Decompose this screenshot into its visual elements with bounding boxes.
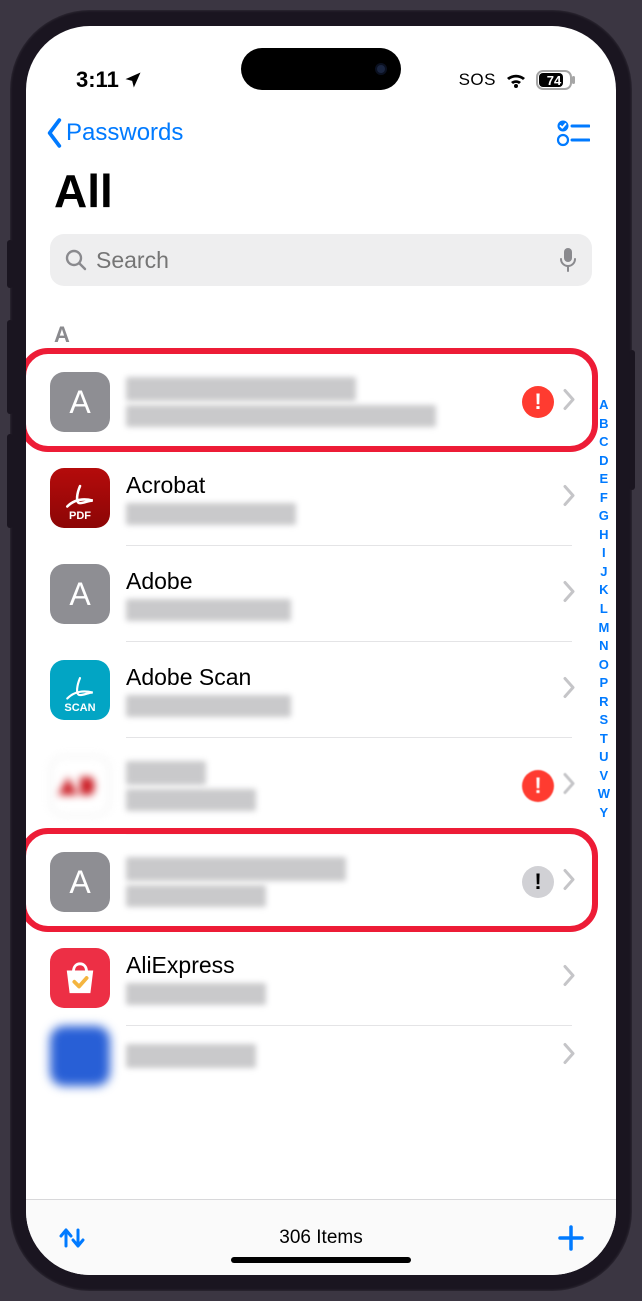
site-letter-icon: A — [50, 564, 110, 624]
row-subtitle-redacted — [126, 789, 256, 811]
index-letter[interactable]: R — [599, 693, 608, 711]
index-letter[interactable]: U — [599, 748, 608, 766]
index-letter[interactable]: K — [599, 581, 608, 599]
chevron-left-icon — [44, 118, 66, 148]
back-button[interactable]: Passwords — [44, 118, 183, 148]
index-letter[interactable]: T — [600, 730, 608, 748]
item-count: 306 Items — [26, 1227, 616, 1249]
row-title-redacted — [126, 857, 346, 881]
password-row[interactable]: A! — [50, 834, 616, 930]
back-label: Passwords — [66, 119, 183, 147]
wifi-icon — [504, 70, 528, 90]
row-title: Adobe Scan — [126, 664, 291, 691]
password-row[interactable] — [50, 1026, 616, 1086]
index-letter[interactable]: C — [599, 433, 608, 451]
alphabet-index[interactable]: ABCDEFGHIJKLMNOPRSTUVWY — [598, 396, 610, 822]
site-icon — [50, 1026, 110, 1086]
battery-icon: 74 — [536, 70, 576, 90]
row-subtitle-redacted — [126, 695, 291, 717]
index-letter[interactable]: Y — [600, 804, 609, 822]
info-badge-icon: ! — [522, 866, 554, 898]
warning-badge-icon: ! — [522, 386, 554, 418]
aliexpress-icon — [50, 948, 110, 1008]
password-row[interactable]: PDF Acrobat — [50, 450, 616, 546]
index-letter[interactable]: F — [600, 489, 608, 507]
index-letter[interactable]: E — [600, 470, 609, 488]
chevron-right-icon — [562, 869, 576, 896]
row-subtitle-redacted — [126, 983, 266, 1005]
dynamic-island — [241, 48, 401, 90]
chevron-right-icon — [562, 773, 576, 800]
chevron-right-icon — [562, 1043, 576, 1070]
index-letter[interactable]: H — [599, 526, 608, 544]
site-letter-icon: A — [50, 852, 110, 912]
location-icon — [123, 70, 143, 90]
warning-badge-icon: ! — [522, 770, 554, 802]
index-letter[interactable]: D — [599, 452, 608, 470]
index-letter[interactable]: I — [602, 544, 606, 562]
index-letter[interactable]: W — [598, 785, 610, 803]
select-button[interactable] — [556, 119, 590, 147]
row-subtitle-redacted — [126, 599, 291, 621]
section-header: A — [50, 300, 616, 354]
row-title: AliExpress — [126, 952, 266, 979]
sos-indicator: SOS — [459, 70, 496, 90]
index-letter[interactable]: A — [599, 396, 608, 414]
search-input[interactable] — [96, 247, 550, 274]
chevron-right-icon — [562, 485, 576, 512]
toolbar: 306 Items — [26, 1199, 616, 1275]
row-title-redacted — [126, 761, 206, 785]
password-row[interactable]: ! — [50, 738, 616, 834]
index-letter[interactable]: G — [599, 507, 609, 525]
password-list: A A!PDFAcrobatAAdobeSCANAdobe Scan!A!Ali… — [26, 300, 616, 1199]
index-letter[interactable]: S — [600, 711, 609, 729]
index-letter[interactable]: V — [600, 767, 609, 785]
adp-icon — [50, 756, 110, 816]
index-letter[interactable]: M — [598, 619, 609, 637]
row-title-redacted — [126, 1044, 256, 1068]
password-row[interactable]: A Adobe — [50, 546, 616, 642]
password-row[interactable]: AliExpress — [50, 930, 616, 1026]
chevron-right-icon — [562, 677, 576, 704]
index-letter[interactable]: O — [599, 656, 609, 674]
search-icon — [64, 248, 88, 272]
password-row[interactable]: SCAN Adobe Scan — [50, 642, 616, 738]
microphone-icon[interactable] — [558, 247, 578, 273]
index-letter[interactable]: P — [600, 674, 609, 692]
index-letter[interactable]: N — [599, 637, 608, 655]
password-row[interactable]: A! — [50, 354, 616, 450]
site-letter-icon: A — [50, 372, 110, 432]
row-subtitle-redacted — [126, 405, 436, 427]
page-title: All — [54, 164, 588, 218]
acrobat-icon: PDF — [50, 468, 110, 528]
index-letter[interactable]: J — [600, 563, 607, 581]
home-indicator[interactable] — [231, 1257, 411, 1263]
row-title: Adobe — [126, 568, 291, 595]
adobe-scan-icon: SCAN — [50, 660, 110, 720]
row-subtitle-redacted — [126, 885, 266, 907]
chevron-right-icon — [562, 965, 576, 992]
status-time: 3:11 — [76, 67, 119, 93]
index-letter[interactable]: L — [600, 600, 608, 618]
chevron-right-icon — [562, 581, 576, 608]
battery-percent: 74 — [542, 73, 566, 88]
row-title: Acrobat — [126, 472, 296, 499]
row-title-redacted — [126, 377, 356, 401]
row-subtitle-redacted — [126, 503, 296, 525]
search-field[interactable] — [50, 234, 592, 286]
chevron-right-icon — [562, 389, 576, 416]
index-letter[interactable]: B — [599, 415, 608, 433]
